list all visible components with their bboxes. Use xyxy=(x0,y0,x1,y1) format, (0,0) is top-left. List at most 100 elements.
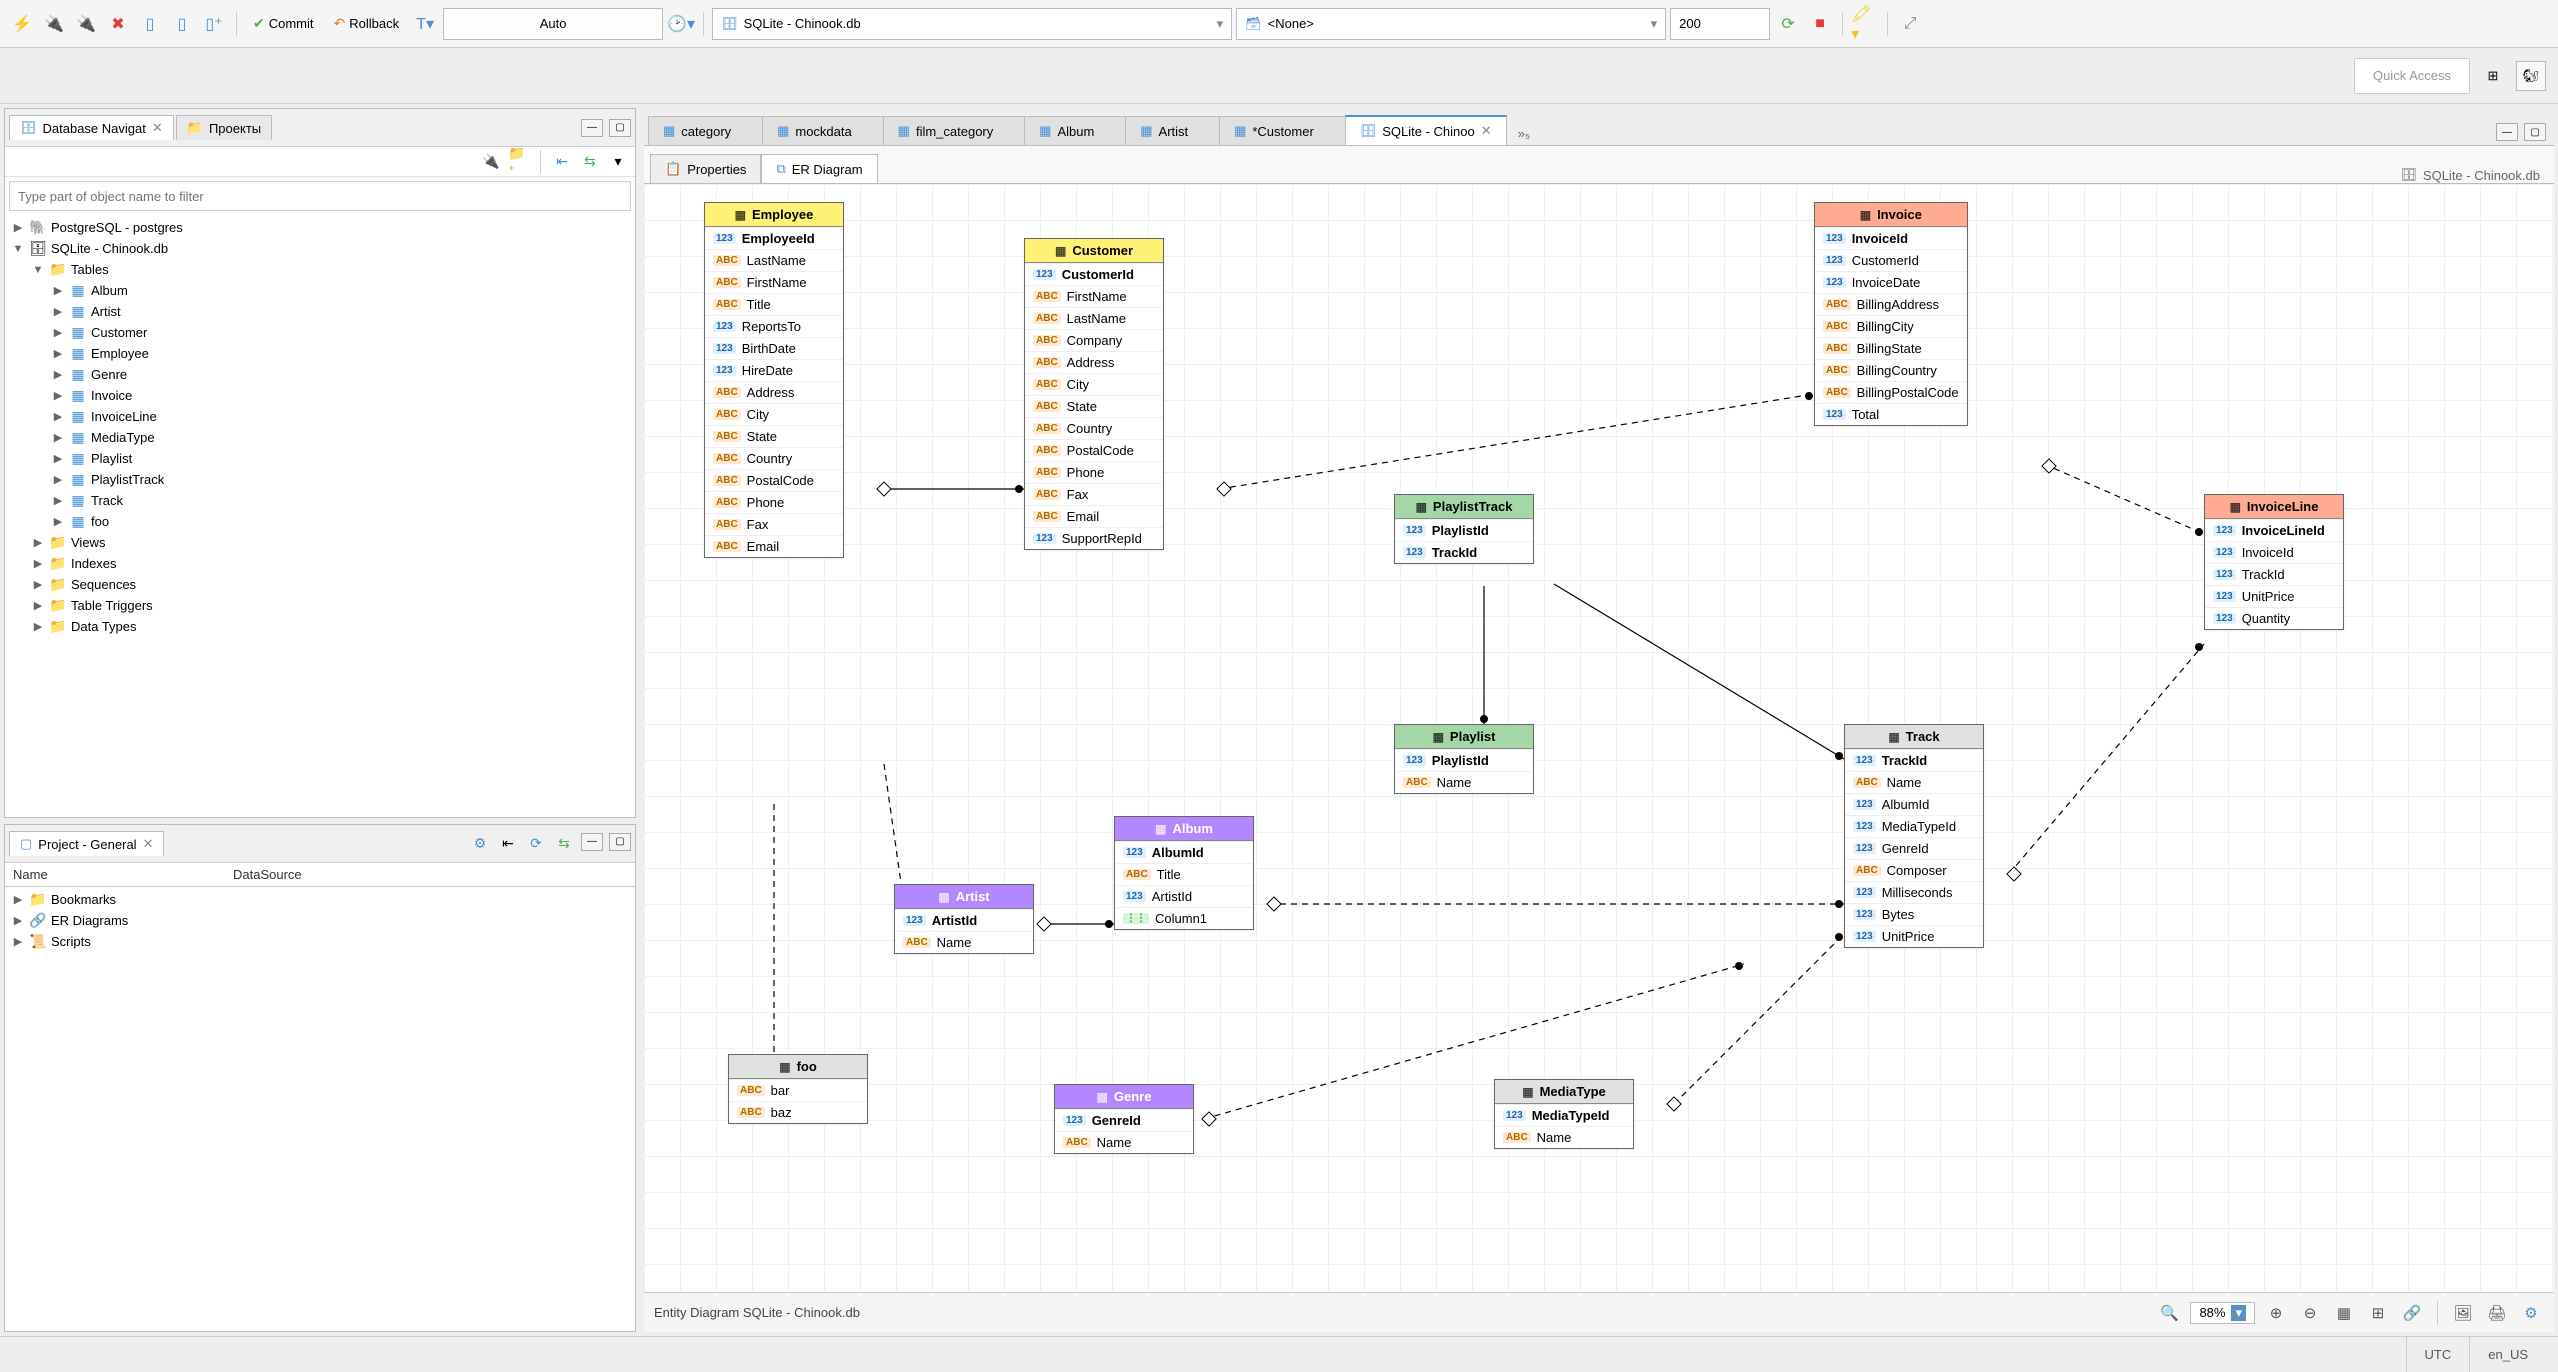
collapse-icon[interactable]: ⇤ xyxy=(497,833,519,855)
tree-item[interactable]: ▶▦Artist xyxy=(5,301,635,322)
refresh-icon[interactable]: ⟳ xyxy=(525,833,547,855)
column[interactable]: 123Milliseconds xyxy=(1845,881,1983,903)
entity-invoiceline[interactable]: ▦InvoiceLine123InvoiceLineId123InvoiceId… xyxy=(2204,494,2344,630)
navigator-tab[interactable]: 🗄 Database Navigat ✕ xyxy=(9,115,174,140)
gear-icon[interactable]: ⚙ xyxy=(469,833,491,855)
column[interactable]: ABCBillingPostalCode xyxy=(1815,381,1967,403)
column[interactable]: ABCbaz xyxy=(729,1101,867,1123)
tree-item[interactable]: ▶📁Views xyxy=(5,532,635,553)
column[interactable]: ABCBillingCity xyxy=(1815,315,1967,337)
column[interactable]: ABCBillingAddress xyxy=(1815,293,1967,315)
column[interactable]: ABCbar xyxy=(729,1079,867,1101)
entity-invoice[interactable]: ▦Invoice123InvoiceId123CustomerId123Invo… xyxy=(1814,202,1968,426)
disconnect-icon[interactable]: ✖ xyxy=(104,10,132,38)
column[interactable]: ABCEmail xyxy=(705,535,843,557)
column[interactable]: 123Quantity xyxy=(2205,607,2343,629)
sql-new-icon[interactable]: ▯⁺ xyxy=(200,10,228,38)
new-connection-icon[interactable]: ⚡ xyxy=(8,10,36,38)
print-icon[interactable]: 🖨 xyxy=(2484,1300,2510,1326)
status-locale[interactable]: en_US xyxy=(2469,1337,2546,1372)
row-limit-input[interactable] xyxy=(1670,8,1770,40)
entity-customer[interactable]: ▦Customer123CustomerIdABCFirstNameABCLas… xyxy=(1024,238,1164,550)
column[interactable]: 123CustomerId xyxy=(1815,249,1967,271)
tree-item[interactable]: ▶📁Table Triggers xyxy=(5,595,635,616)
link-icon[interactable]: ⇆ xyxy=(553,833,575,855)
entity-playlisttrack[interactable]: ▦PlaylistTrack123PlaylistId123TrackId xyxy=(1394,494,1534,564)
minimize-icon[interactable]: — xyxy=(2496,123,2518,141)
connect-icon[interactable]: 🔌 xyxy=(40,10,68,38)
expand-icon[interactable]: ⤢ xyxy=(1896,10,1924,38)
search-icon[interactable]: 🔍 xyxy=(2156,1300,2182,1326)
column[interactable]: ABCCountry xyxy=(705,447,843,469)
column[interactable]: ABCName xyxy=(1845,771,1983,793)
tree-item[interactable]: ▶▦Invoice xyxy=(5,385,635,406)
maximize-icon[interactable]: ▢ xyxy=(609,119,631,137)
editor-tab[interactable]: ▦category✕ xyxy=(648,116,763,145)
close-icon[interactable]: ✕ xyxy=(152,120,163,136)
column[interactable]: 123ReportsTo xyxy=(705,315,843,337)
column[interactable]: 123AlbumId xyxy=(1845,793,1983,815)
zoom-out-icon[interactable]: ⊖ xyxy=(2297,1300,2323,1326)
column[interactable]: ABCLastName xyxy=(705,249,843,271)
maximize-icon[interactable]: ▢ xyxy=(609,833,631,851)
column[interactable]: 123TrackId xyxy=(2205,563,2343,585)
column[interactable]: ABCAddress xyxy=(1025,351,1163,373)
column[interactable]: 123UnitPrice xyxy=(1845,925,1983,947)
sql-editor-icon[interactable]: ▯ xyxy=(136,10,164,38)
minimize-icon[interactable]: — xyxy=(581,833,603,851)
editor-tab[interactable]: ▦Album✕ xyxy=(1024,116,1126,145)
column[interactable]: ABCEmail xyxy=(1025,505,1163,527)
column[interactable]: 123ArtistId xyxy=(895,909,1033,931)
minimize-icon[interactable]: — xyxy=(581,119,603,137)
plug-icon[interactable]: 🔌 xyxy=(480,151,502,173)
column[interactable]: 123GenreId xyxy=(1055,1109,1193,1131)
nav-filter-input[interactable] xyxy=(9,181,631,211)
tree-item[interactable]: ▶📁Sequences xyxy=(5,574,635,595)
properties-tab[interactable]: 📋 Properties xyxy=(650,154,761,183)
commit-button[interactable]: ✔Commit xyxy=(245,10,322,38)
column[interactable]: ABCName xyxy=(895,931,1033,953)
schema-select[interactable]: 🗃 <None> ▾ xyxy=(1236,8,1666,40)
editor-tab[interactable]: 🗄SQLite - Chinoo✕ xyxy=(1345,115,1507,145)
column[interactable]: 123InvoiceDate xyxy=(1815,271,1967,293)
column[interactable]: ABCPostalCode xyxy=(1025,439,1163,461)
column[interactable]: ABCBillingState xyxy=(1815,337,1967,359)
dbeaver-perspective-icon[interactable]: 🐿 xyxy=(2516,61,2546,91)
tree-item[interactable]: ▶▦Track xyxy=(5,490,635,511)
tree-item[interactable]: ▶🐘PostgreSQL - postgres xyxy=(5,217,635,238)
tree-item[interactable]: ▶📜Scripts xyxy=(5,931,635,952)
column[interactable]: 123InvoiceId xyxy=(1815,227,1967,249)
column[interactable]: ABCComposer xyxy=(1845,859,1983,881)
menu-icon[interactable]: ▾ xyxy=(607,151,629,173)
tree-item[interactable]: ▼🗄SQLite - Chinook.db xyxy=(5,238,635,259)
tree-item[interactable]: ▶▦foo xyxy=(5,511,635,532)
tree-item[interactable]: ▶▦Customer xyxy=(5,322,635,343)
tree-item[interactable]: ▶📁Bookmarks xyxy=(5,889,635,910)
entity-employee[interactable]: ▦Employee123EmployeeIdABCLastNameABCFirs… xyxy=(704,202,844,558)
column[interactable]: 123BirthDate xyxy=(705,337,843,359)
column[interactable]: 123TrackId xyxy=(1395,541,1533,563)
highlighter-icon[interactable]: 🖍▾ xyxy=(1851,10,1879,38)
column[interactable]: ABCCompany xyxy=(1025,329,1163,351)
export-image-icon[interactable]: 🖼 xyxy=(2450,1300,2476,1326)
column[interactable]: ABCTitle xyxy=(705,293,843,315)
column[interactable]: ABCFirstName xyxy=(1025,285,1163,307)
column[interactable]: 123Total xyxy=(1815,403,1967,425)
column[interactable]: ABCFax xyxy=(705,513,843,535)
er-canvas[interactable]: ▦Employee123EmployeeIdABCLastNameABCFirs… xyxy=(644,184,2554,1292)
tree-item[interactable]: ▶🔗ER Diagrams xyxy=(5,910,635,931)
entity-playlist[interactable]: ▦Playlist123PlaylistIdABCName xyxy=(1394,724,1534,794)
column[interactable]: 123SupportRepId xyxy=(1025,527,1163,549)
column[interactable]: ABCPostalCode xyxy=(705,469,843,491)
entity-artist[interactable]: ▦Artist123ArtistIdABCName xyxy=(894,884,1034,954)
sql-recent-icon[interactable]: ▯ xyxy=(168,10,196,38)
entity-album[interactable]: ▦Album123AlbumIdABCTitle123ArtistId⋮⋮Col… xyxy=(1114,816,1254,930)
zoom-select[interactable]: 88%▾ xyxy=(2190,1302,2255,1324)
editor-tab[interactable]: ▦Artist✕ xyxy=(1125,116,1220,145)
column[interactable]: 123InvoiceLineId xyxy=(2205,519,2343,541)
column[interactable]: ABCState xyxy=(1025,395,1163,417)
entity-foo[interactable]: ▦fooABCbarABCbaz xyxy=(728,1054,868,1124)
column[interactable]: ABCFax xyxy=(1025,483,1163,505)
editor-tab[interactable]: ▦*Customer✕ xyxy=(1219,116,1346,145)
er-diagram-tab[interactable]: ⧉ ER Diagram xyxy=(761,154,877,183)
